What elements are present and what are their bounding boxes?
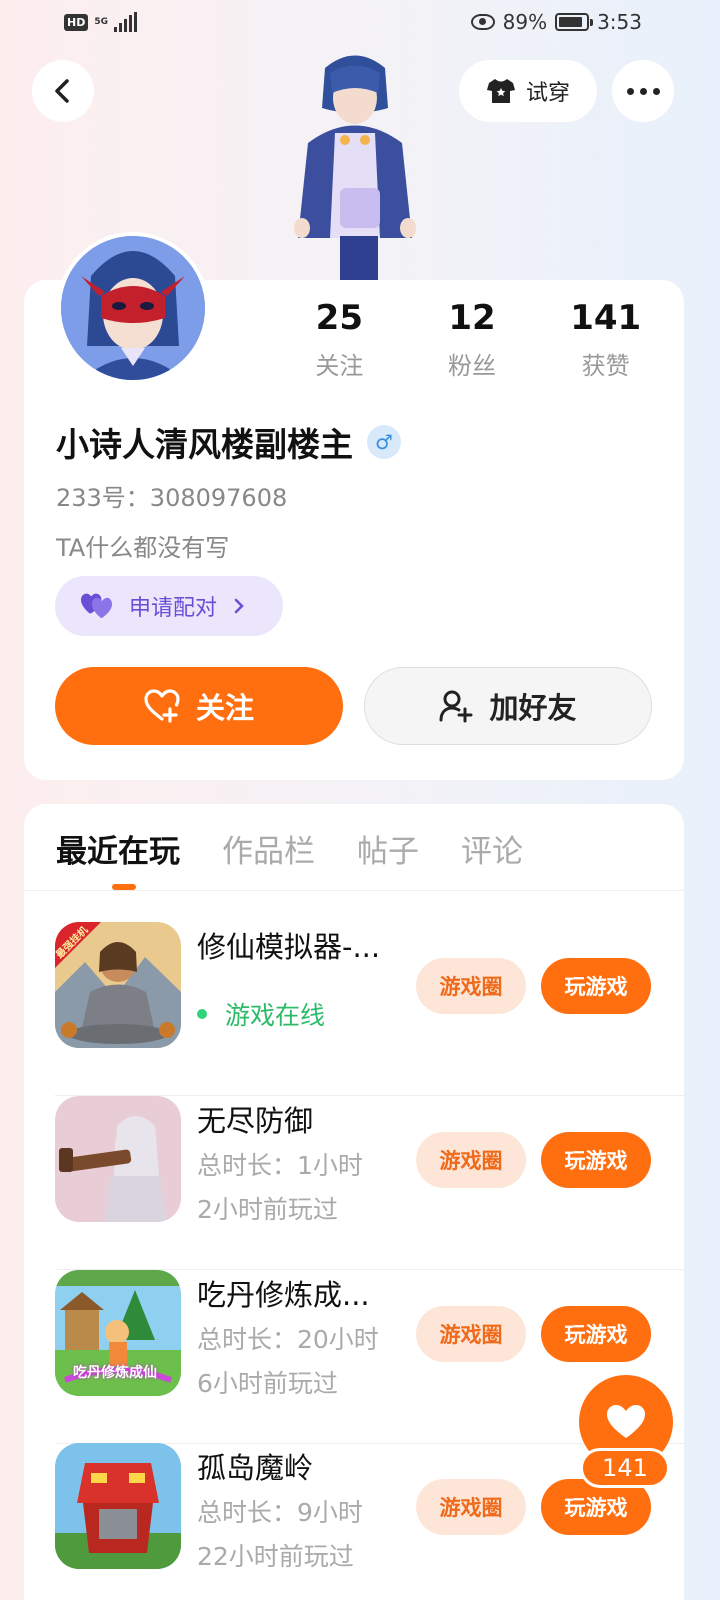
play-duration: 总时长：1小时	[197, 1151, 363, 1180]
play-game-button[interactable]: 玩游戏	[541, 1306, 651, 1362]
chevron-right-icon	[234, 598, 244, 614]
chevron-left-icon	[55, 79, 69, 103]
play-game-button[interactable]: 玩游戏	[541, 958, 651, 1014]
profile-tabs: 最近在玩 作品栏 帖子 评论	[56, 826, 523, 871]
stat-following[interactable]: 25 关注	[275, 298, 404, 381]
play-game-button[interactable]: 玩游戏	[541, 1132, 651, 1188]
status-right: 89% 3:53	[470, 10, 642, 34]
signal-icon	[114, 12, 137, 32]
add-friend-label: 加好友	[489, 691, 577, 725]
play-duration: 总时长：20小时	[197, 1325, 379, 1354]
stat-label: 获赞	[581, 352, 630, 380]
game-thumbnail[interactable]	[55, 1096, 181, 1222]
tshirt-icon	[486, 79, 515, 103]
stat-label: 关注	[315, 352, 364, 380]
avatar-full-body[interactable]	[280, 48, 430, 280]
add-friend-button[interactable]: 加好友	[364, 667, 652, 745]
eye-comfort-icon	[470, 14, 495, 30]
network-type: 5G	[94, 16, 108, 27]
last-played: 6小时前玩过	[197, 1369, 338, 1398]
heart-plus-icon	[144, 689, 180, 723]
tab-works[interactable]: 作品栏	[222, 826, 315, 871]
username-row: 小诗人清风楼副楼主 ♂	[56, 418, 401, 466]
game-title: 孤岛魔岭	[197, 1451, 314, 1485]
stat-label: 粉丝	[448, 352, 496, 380]
online-label: 游戏在线	[225, 1001, 326, 1030]
thumb-text: 吃丹修炼成仙	[73, 1365, 157, 1381]
battery-icon	[555, 13, 594, 31]
like-count: 141	[580, 1448, 670, 1488]
tab-comments[interactable]: 评论	[461, 826, 523, 871]
request-pair-button[interactable]: 申请配对	[55, 576, 283, 636]
try-on-label: 试穿	[525, 81, 570, 106]
more-dots-icon	[626, 87, 660, 95]
try-on-button[interactable]: 试穿	[459, 60, 597, 122]
stat-followers[interactable]: 12 粉丝	[408, 298, 537, 381]
status-bar: HD 5G 89% 3:53	[0, 0, 720, 48]
game-circle-button[interactable]: 游戏圈	[416, 1132, 526, 1188]
play-duration: 总时长：9小时	[197, 1498, 363, 1527]
game-thumbnail[interactable]: 吃丹修炼成仙	[55, 1270, 181, 1396]
stat-likes[interactable]: 141 获赞	[541, 298, 670, 381]
clock: 3:53	[597, 10, 642, 34]
tab-posts[interactable]: 帖子	[357, 826, 419, 871]
game-title: 修仙模拟器-...	[197, 930, 381, 964]
tab-recently-played[interactable]: 最近在玩	[56, 826, 180, 871]
follow-label: 关注	[195, 691, 254, 725]
game-circle-button[interactable]: 游戏圈	[416, 1479, 526, 1535]
stat-value: 25	[315, 298, 363, 338]
add-user-icon	[439, 690, 473, 723]
game-thumbnail[interactable]	[55, 1443, 181, 1569]
network-indicators: HD 5G	[64, 12, 137, 32]
pair-label: 申请配对	[129, 596, 218, 621]
online-dot-icon	[197, 1009, 207, 1019]
heart-icon	[607, 1405, 645, 1438]
game-row[interactable]: 无尽防御 总时长：1小时 2小时前玩过 游戏圈 玩游戏	[55, 1096, 685, 1270]
online-status: 游戏在线	[197, 996, 325, 1032]
game-circle-button[interactable]: 游戏圈	[416, 958, 526, 1014]
profile-stats: 25 关注 12 粉丝 141 获赞	[290, 298, 670, 381]
game-title: 无尽防御	[197, 1104, 314, 1138]
avatar[interactable]	[57, 232, 209, 384]
stat-value: 141	[570, 298, 642, 338]
back-button[interactable]	[32, 60, 94, 122]
game-thumbnail[interactable]: 最强挂机	[55, 922, 181, 1048]
last-played: 22小时前玩过	[197, 1542, 354, 1571]
game-title: 吃丹修炼成...	[197, 1278, 370, 1312]
game-circle-button[interactable]: 游戏圈	[416, 1306, 526, 1362]
last-played: 2小时前玩过	[197, 1195, 338, 1224]
username: 小诗人清风楼副楼主	[56, 425, 353, 464]
bio: TA什么都没有写	[56, 534, 230, 562]
divider	[24, 890, 684, 891]
hd-badge: HD	[64, 13, 89, 31]
male-gender-icon: ♂	[367, 425, 401, 459]
stat-value: 12	[448, 298, 496, 338]
battery-percent: 89%	[502, 10, 548, 34]
follow-button[interactable]: 关注	[55, 667, 343, 745]
user-id: 233号：308097608	[56, 484, 288, 512]
more-button[interactable]	[612, 60, 674, 122]
hearts-icon	[81, 593, 112, 618]
game-row[interactable]: 最强挂机 修仙模拟器-... 游戏在线 游戏圈 玩游戏	[55, 922, 685, 1096]
